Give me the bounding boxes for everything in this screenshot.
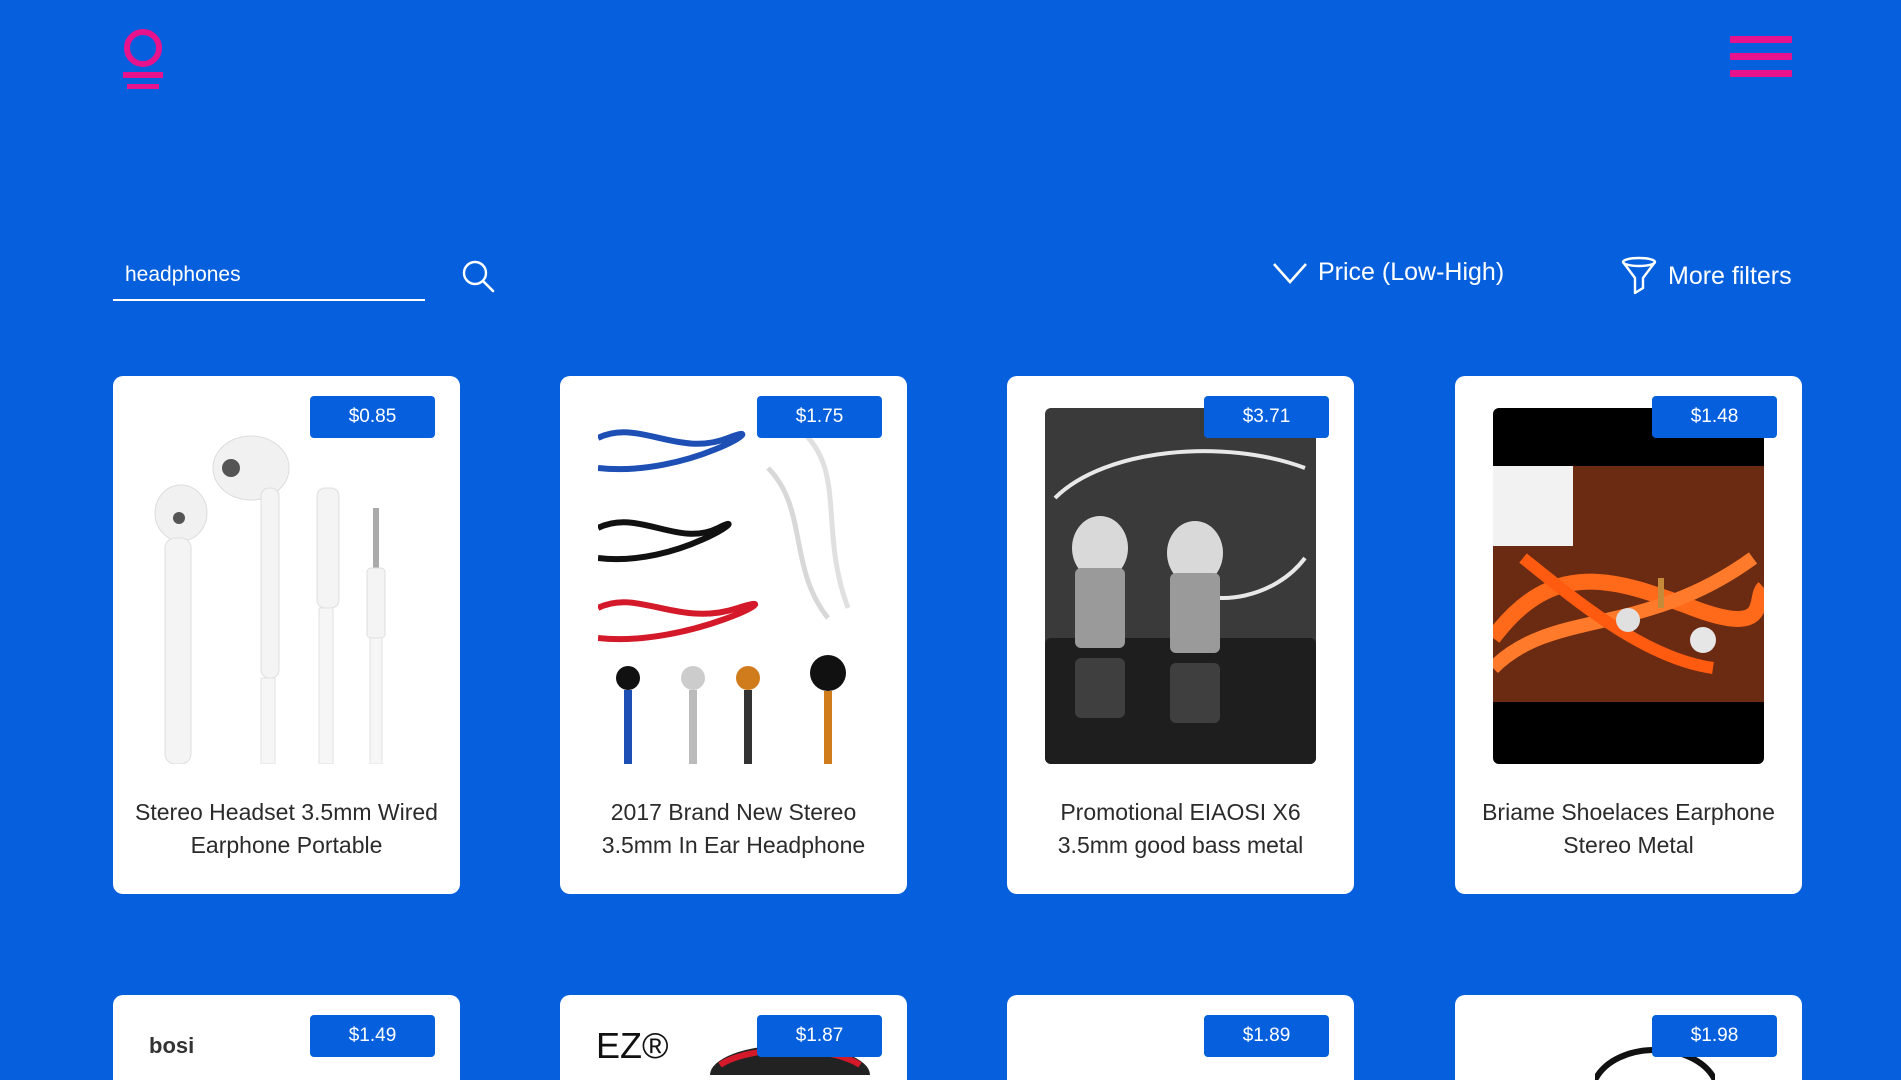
sort-label: Price (Low-High)	[1318, 258, 1505, 286]
price-badge: $0.85	[310, 396, 435, 438]
product-card[interactable]: bosi $1.49	[113, 995, 460, 1080]
more-filters-button[interactable]: More filters	[1620, 256, 1792, 296]
search-field	[113, 252, 425, 301]
filter-funnel-icon	[1621, 256, 1657, 295]
chevron-down-icon	[1273, 262, 1307, 284]
product-image	[151, 408, 422, 764]
product-card[interactable]: $1.75 2017 Brand New Stereo 3.5mm In Ear…	[560, 376, 907, 894]
filters-label: More filters	[1668, 261, 1792, 290]
search-icon[interactable]	[460, 258, 496, 294]
product-card[interactable]: $0.85 Stereo Headset 3.5mm Wired Earphon…	[113, 376, 460, 894]
sort-dropdown[interactable]: Price (Low-High)	[1272, 258, 1504, 287]
product-card[interactable]: $3.71 Promotional EIAOSI X6 3.5mm good b…	[1007, 376, 1354, 894]
price-badge: $1.98	[1652, 1015, 1777, 1057]
product-card[interactable]: EZ® $1.87	[560, 995, 907, 1080]
product-image-text: EZ®	[596, 1025, 669, 1066]
product-image	[1493, 408, 1764, 764]
price-badge: $1.75	[757, 396, 882, 438]
product-image	[1045, 408, 1316, 764]
search-input[interactable]	[113, 252, 425, 298]
product-title: Promotional EIAOSI X6 3.5mm good bass me…	[1057, 799, 1304, 858]
product-card[interactable]: $1.98	[1455, 995, 1802, 1080]
product-title: Briame Shoelaces Earphone Stereo Metal	[1482, 799, 1775, 858]
product-card[interactable]: $1.48 Briame Shoelaces Earphone Stereo M…	[1455, 376, 1802, 894]
product-title: 2017 Brand New Stereo 3.5mm In Ear Headp…	[601, 799, 866, 858]
price-badge: $3.71	[1204, 396, 1329, 438]
hamburger-menu-icon[interactable]	[1730, 36, 1792, 86]
product-title: Stereo Headset 3.5mm Wired Earphone Port…	[135, 799, 438, 858]
brand-logo[interactable]	[117, 28, 169, 94]
product-card[interactable]: $1.89	[1007, 995, 1354, 1080]
price-badge: $1.49	[310, 1015, 435, 1057]
price-badge: $1.48	[1652, 396, 1777, 438]
product-image	[598, 408, 869, 764]
price-badge: $1.87	[757, 1015, 882, 1057]
product-image-text: bosi	[149, 1033, 195, 1058]
price-badge: $1.89	[1204, 1015, 1329, 1057]
